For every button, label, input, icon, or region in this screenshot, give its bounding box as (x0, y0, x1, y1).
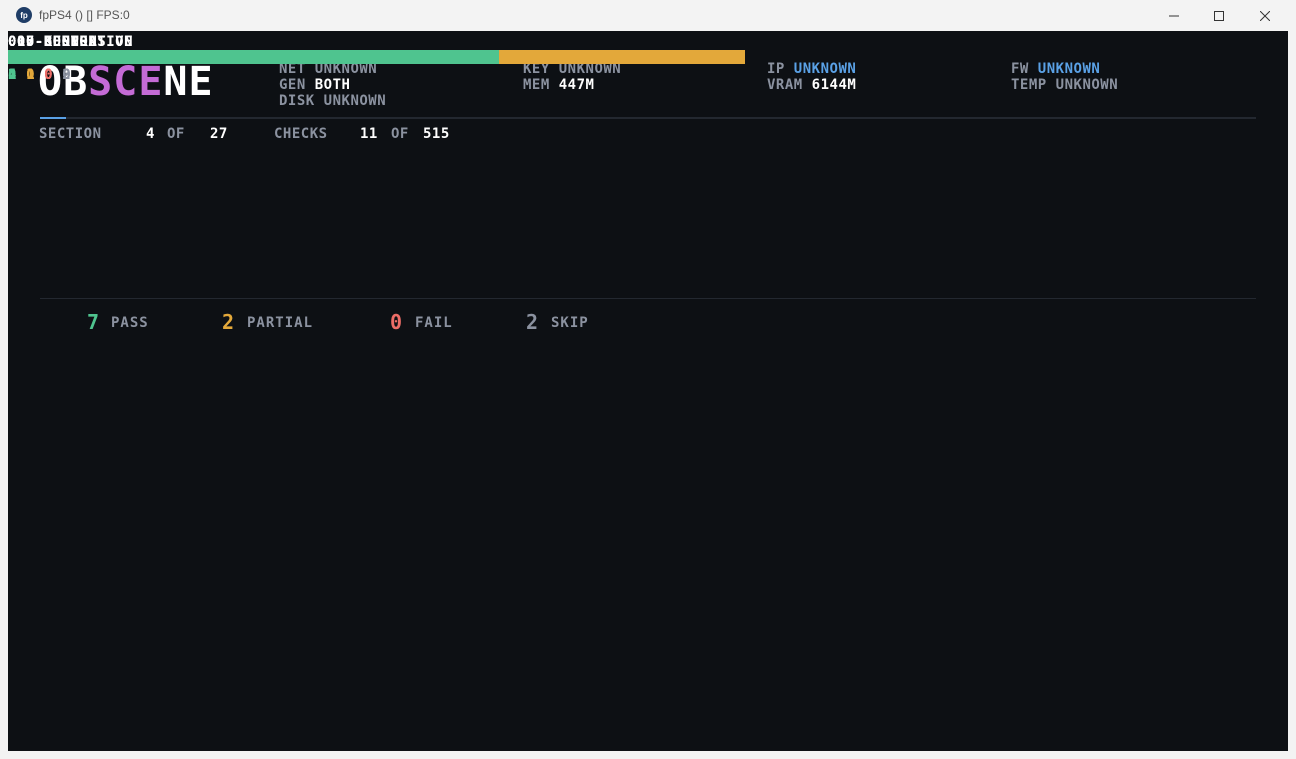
info-ip: IP UNKNOWN (767, 61, 857, 77)
summary-pass-count: 7 (87, 310, 100, 334)
summary-fail-label: FAIL (415, 315, 453, 331)
checks-current: 11 (360, 126, 378, 142)
skip-count: 0 (62, 67, 71, 83)
info-vram: VRAM 6144M (767, 77, 857, 93)
checks-label: CHECKS (274, 126, 328, 142)
summary-fail-count: 0 (390, 310, 403, 334)
checks-total: 515 (423, 126, 450, 142)
test-name: 010-KERNEL (8, 34, 98, 50)
summary-partial-label: PARTIAL (247, 315, 314, 331)
info-column-4: FW UNKNOWN TEMP UNKNOWN (1011, 61, 1118, 93)
header-divider (40, 117, 1256, 119)
info-column-3: IP UNKNOWN VRAM 6144M (767, 61, 856, 93)
close-button[interactable] (1242, 0, 1288, 31)
app-icon: fp (16, 7, 32, 23)
info-fw: FW UNKNOWN (1011, 61, 1101, 77)
window-titlebar[interactable]: fp fpPS4 () [] FPS:0 (0, 0, 1296, 31)
summary-skip-count: 2 (526, 310, 539, 334)
partial-segment (499, 50, 745, 64)
summary-partial-count: 2 (222, 310, 235, 334)
app-canvas: OBSCENE NET UNKNOWN GEN BOTH DISK UNKNOW… (8, 31, 1288, 751)
maximize-icon (1214, 10, 1224, 21)
info-temp: TEMP UNKNOWN (1011, 77, 1119, 93)
fail-count: 0 (44, 67, 53, 83)
close-icon (1260, 10, 1270, 21)
maximize-button[interactable] (1196, 0, 1242, 31)
pass-count: 2 (8, 67, 17, 83)
test-progress-bar (8, 50, 745, 64)
section-of: OF (167, 126, 185, 142)
header-divider-accent (40, 117, 66, 119)
section-label: SECTION (39, 126, 102, 142)
minimize-button[interactable] (1151, 0, 1197, 31)
test-row: 010-KERNEL 2 1 0 0 (8, 31, 745, 83)
pass-segment (8, 50, 500, 64)
summary-skip-label: SKIP (551, 315, 589, 331)
summary-pass-label: PASS (111, 315, 149, 331)
section-current: 4 (146, 126, 155, 142)
info-disk: DISK UNKNOWN (279, 93, 387, 109)
minimize-icon (1169, 15, 1179, 16)
partial-count: 1 (26, 67, 35, 83)
checks-of: OF (391, 126, 409, 142)
section-total: 27 (210, 126, 228, 142)
window-title: fpPS4 () [] FPS:0 (39, 8, 130, 22)
summary-divider (40, 298, 1256, 299)
